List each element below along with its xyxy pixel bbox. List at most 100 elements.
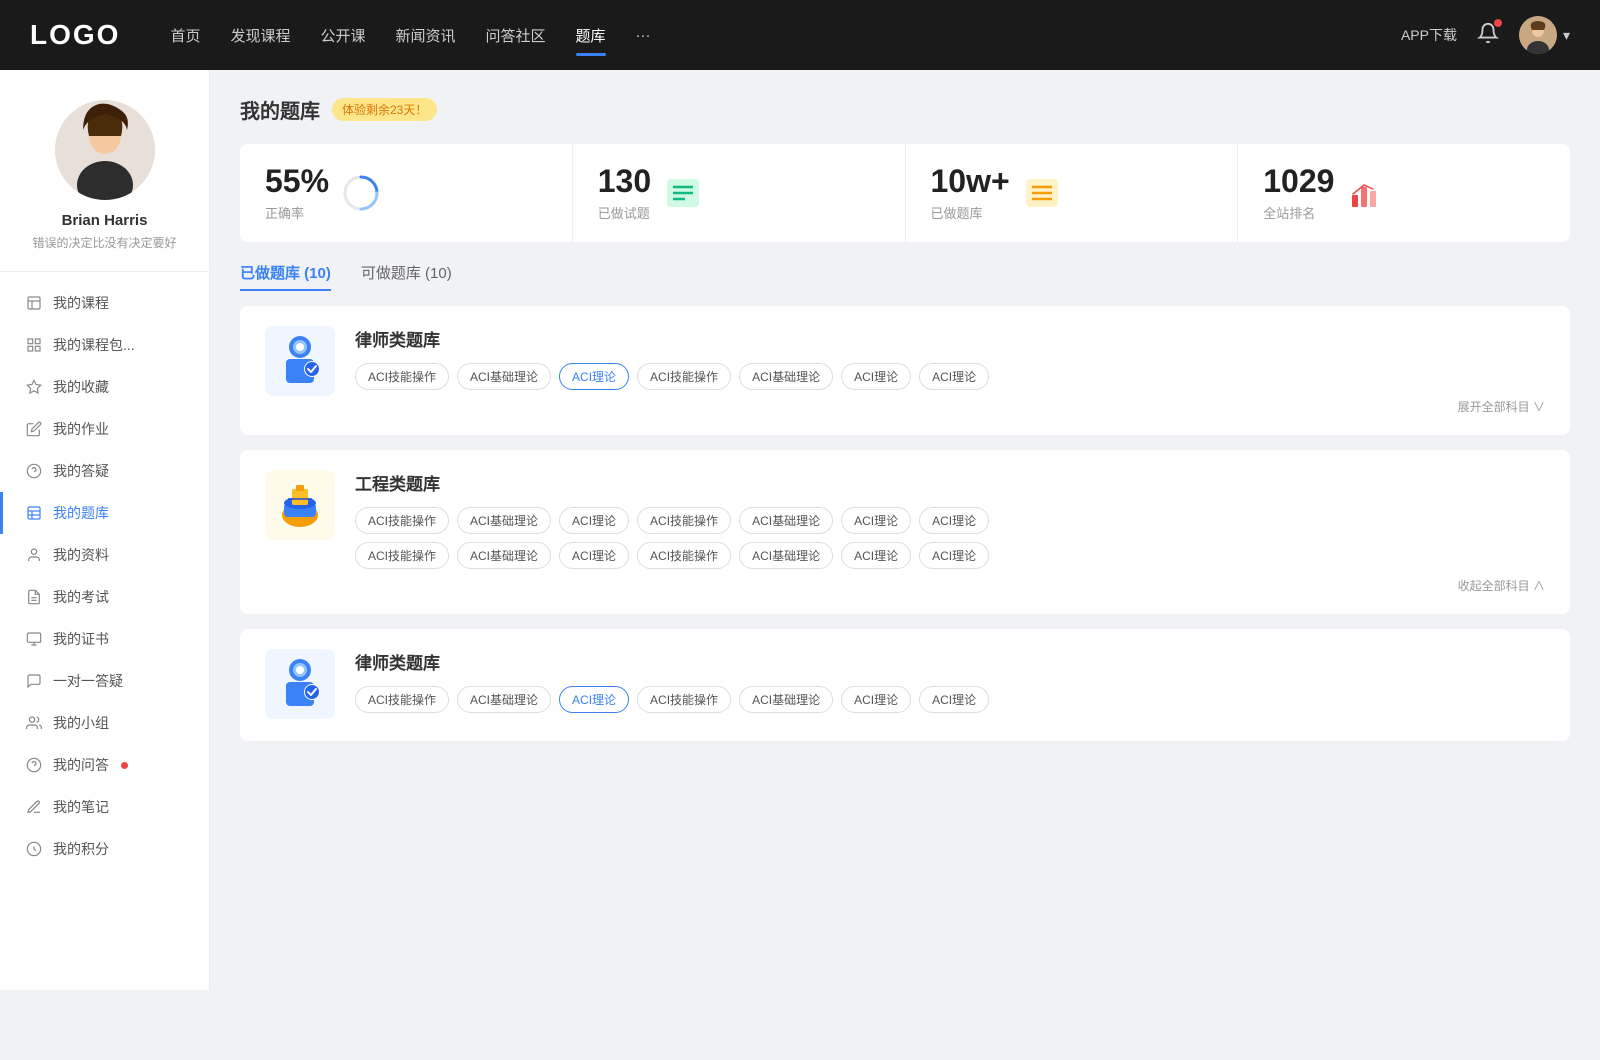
qbank-card-header-lawyer2: 律师类题库 ACI技能操作 ACI基础理论 ACI理论 ACI技能操作 ACI基…: [265, 649, 1545, 721]
sidebar-label-groups: 我的小组: [53, 713, 109, 733]
stat-ranking-label: 全站排名: [1263, 203, 1334, 222]
sidebar-item-myqa[interactable]: 我的问答: [0, 744, 209, 786]
tag-eng1-1[interactable]: ACI基础理论: [457, 507, 551, 534]
profile-avatar: [55, 100, 155, 200]
sidebar-item-favorites[interactable]: 我的收藏: [0, 366, 209, 408]
sidebar-label-tutoring: 一对一答疑: [53, 671, 123, 691]
sidebar-label-homework: 我的作业: [53, 419, 109, 439]
tag-lawyer2-3[interactable]: ACI技能操作: [637, 686, 731, 713]
navbar-right: APP下载 ▾: [1401, 16, 1570, 54]
page-title: 我的题库: [240, 95, 320, 124]
sidebar-label-certificates: 我的证书: [53, 629, 109, 649]
nav-home[interactable]: 首页: [170, 20, 200, 51]
sidebar-menu: 我的课程 我的课程包... 我的收藏: [0, 282, 209, 870]
tag-lawyer1-0[interactable]: ACI技能操作: [355, 363, 449, 390]
tag-eng1-2[interactable]: ACI理论: [559, 507, 629, 534]
sidebar-item-profile[interactable]: 我的资料: [0, 534, 209, 576]
tag-eng1-11[interactable]: ACI基础理论: [739, 542, 833, 569]
main-container: Brian Harris 错误的决定比没有决定要好 我的课程 我的课程包...: [0, 70, 1600, 990]
tag-lawyer1-1[interactable]: ACI基础理论: [457, 363, 551, 390]
notification-bell[interactable]: [1477, 22, 1499, 49]
tag-lawyer1-6[interactable]: ACI理论: [919, 363, 989, 390]
certificates-icon: [25, 630, 43, 648]
nav-more[interactable]: ···: [636, 22, 651, 49]
qbank-card-engineer1: 工程类题库 ACI技能操作 ACI基础理论 ACI理论 ACI技能操作 ACI基…: [240, 450, 1570, 614]
myqa-icon: [25, 756, 43, 774]
sidebar-item-packages[interactable]: 我的课程包...: [0, 324, 209, 366]
tag-eng1-13[interactable]: ACI理论: [919, 542, 989, 569]
stat-accuracy-number: 55%: [265, 164, 329, 199]
tag-eng1-4[interactable]: ACI基础理论: [739, 507, 833, 534]
nav-questions[interactable]: 题库: [576, 20, 606, 51]
tag-lawyer1-5[interactable]: ACI理论: [841, 363, 911, 390]
nav-menu: 首页 发现课程 公开课 新闻资讯 问答社区 题库 ···: [170, 20, 1401, 51]
nav-news[interactable]: 新闻资讯: [396, 20, 456, 51]
app-download-link[interactable]: APP下载: [1401, 25, 1457, 45]
sidebar-item-homework[interactable]: 我的作业: [0, 408, 209, 450]
sidebar-item-qa[interactable]: 我的答疑: [0, 450, 209, 492]
tag-eng1-5[interactable]: ACI理论: [841, 507, 911, 534]
sidebar-item-notes[interactable]: 我的笔记: [0, 786, 209, 828]
nav-discover[interactable]: 发现课程: [230, 20, 290, 51]
qa-icon: [25, 462, 43, 480]
accuracy-icon: [341, 173, 381, 213]
tag-eng1-7[interactable]: ACI技能操作: [355, 542, 449, 569]
notes-icon: [25, 798, 43, 816]
tab-done[interactable]: 已做题库 (10): [240, 262, 331, 291]
sidebar-label-profile: 我的资料: [53, 545, 109, 565]
stat-done-banks-label: 已做题库: [931, 203, 1010, 222]
tag-lawyer2-5[interactable]: ACI理论: [841, 686, 911, 713]
qbank-card-lawyer1: 律师类题库 ACI技能操作 ACI基础理论 ACI理论 ACI技能操作 ACI基…: [240, 306, 1570, 435]
nav-qa[interactable]: 问答社区: [486, 20, 546, 51]
profile-icon: [25, 546, 43, 564]
tag-eng1-10[interactable]: ACI技能操作: [637, 542, 731, 569]
tab-available[interactable]: 可做题库 (10): [361, 262, 452, 291]
expand-link-lawyer1[interactable]: 展开全部科目 ∨: [355, 398, 1545, 415]
notification-dot: [1494, 19, 1502, 27]
sidebar-label-packages: 我的课程包...: [53, 335, 135, 355]
nav-dropdown-icon[interactable]: ▾: [1563, 27, 1570, 44]
sidebar-item-groups[interactable]: 我的小组: [0, 702, 209, 744]
points-icon: [25, 840, 43, 858]
qbank-card-lawyer2: 律师类题库 ACI技能操作 ACI基础理论 ACI理论 ACI技能操作 ACI基…: [240, 629, 1570, 741]
tag-lawyer2-1[interactable]: ACI基础理论: [457, 686, 551, 713]
stat-done-banks: 10w+ 已做题库: [906, 144, 1239, 242]
tag-lawyer2-6[interactable]: ACI理论: [919, 686, 989, 713]
stat-accuracy-text: 55% 正确率: [265, 164, 329, 222]
homework-icon: [25, 420, 43, 438]
sidebar-item-courses[interactable]: 我的课程: [0, 282, 209, 324]
page-header: 我的题库 体验剩余23天！: [240, 95, 1570, 124]
sidebar-item-exams[interactable]: 我的考试: [0, 576, 209, 618]
tag-eng1-3[interactable]: ACI技能操作: [637, 507, 731, 534]
sidebar-label-qa: 我的答疑: [53, 461, 109, 481]
sidebar-label-myqa: 我的问答: [53, 755, 109, 775]
content-area: 我的题库 体验剩余23天！ 55% 正确率: [210, 70, 1600, 990]
user-avatar-nav[interactable]: ▾: [1519, 16, 1570, 54]
tag-eng1-0[interactable]: ACI技能操作: [355, 507, 449, 534]
tag-lawyer1-3[interactable]: ACI技能操作: [637, 363, 731, 390]
sidebar-item-certificates[interactable]: 我的证书: [0, 618, 209, 660]
tag-eng1-9[interactable]: ACI理论: [559, 542, 629, 569]
avatar-image: [1519, 16, 1557, 54]
myqa-badge: [121, 762, 128, 769]
nav-mooc[interactable]: 公开课: [320, 20, 365, 51]
logo[interactable]: LOGO: [30, 19, 120, 51]
stat-done-questions-text: 130 已做试题: [598, 164, 651, 222]
sidebar-item-questionbank[interactable]: 我的题库: [0, 492, 209, 534]
tag-lawyer2-2[interactable]: ACI理论: [559, 686, 629, 713]
ranking-icon: [1346, 173, 1386, 213]
qbank-content-lawyer2: 律师类题库 ACI技能操作 ACI基础理论 ACI理论 ACI技能操作 ACI基…: [355, 649, 1545, 721]
tag-eng1-12[interactable]: ACI理论: [841, 542, 911, 569]
tag-lawyer2-4[interactable]: ACI基础理论: [739, 686, 833, 713]
sidebar-label-favorites: 我的收藏: [53, 377, 109, 397]
sidebar-item-points[interactable]: 我的积分: [0, 828, 209, 870]
tag-lawyer1-4[interactable]: ACI基础理论: [739, 363, 833, 390]
tag-lawyer2-0[interactable]: ACI技能操作: [355, 686, 449, 713]
tag-lawyer1-2[interactable]: ACI理论: [559, 363, 629, 390]
tag-eng1-8[interactable]: ACI基础理论: [457, 542, 551, 569]
trial-badge: 体验剩余23天！: [332, 98, 437, 121]
sidebar-item-tutoring[interactable]: 一对一答疑: [0, 660, 209, 702]
qbank-icon-lawyer2: [265, 649, 335, 719]
tag-eng1-6[interactable]: ACI理论: [919, 507, 989, 534]
expand-link-engineer1[interactable]: 收起全部科目 ∧: [355, 577, 1545, 594]
